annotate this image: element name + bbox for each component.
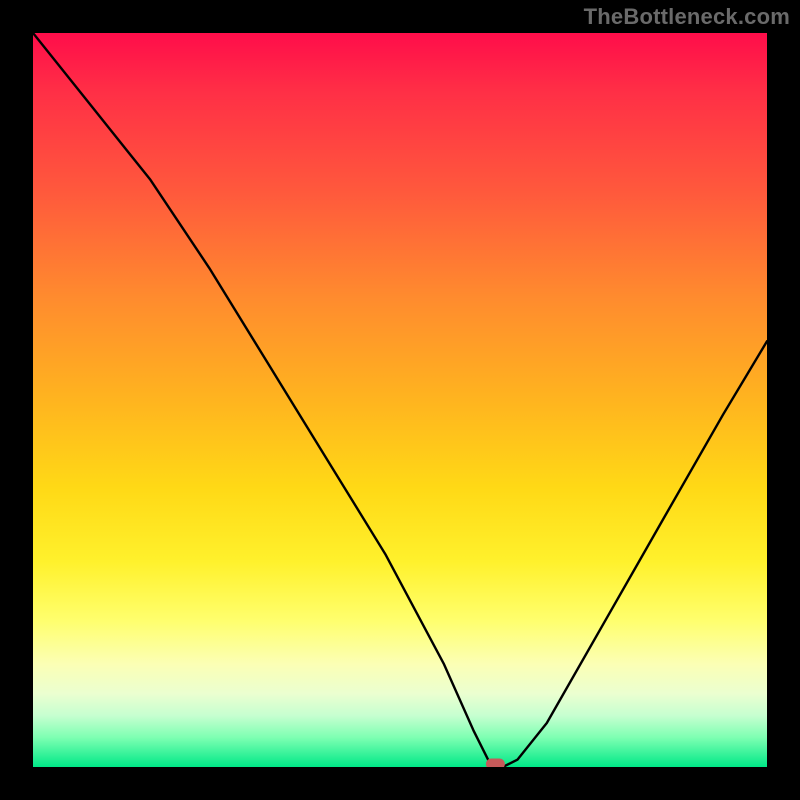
watermark-label: TheBottleneck.com — [584, 4, 790, 30]
plot-area — [33, 33, 767, 767]
optimal-point-marker — [486, 759, 504, 767]
chart-frame: TheBottleneck.com — [0, 0, 800, 800]
bottleneck-curve-svg — [33, 33, 767, 767]
bottleneck-curve — [33, 33, 767, 767]
